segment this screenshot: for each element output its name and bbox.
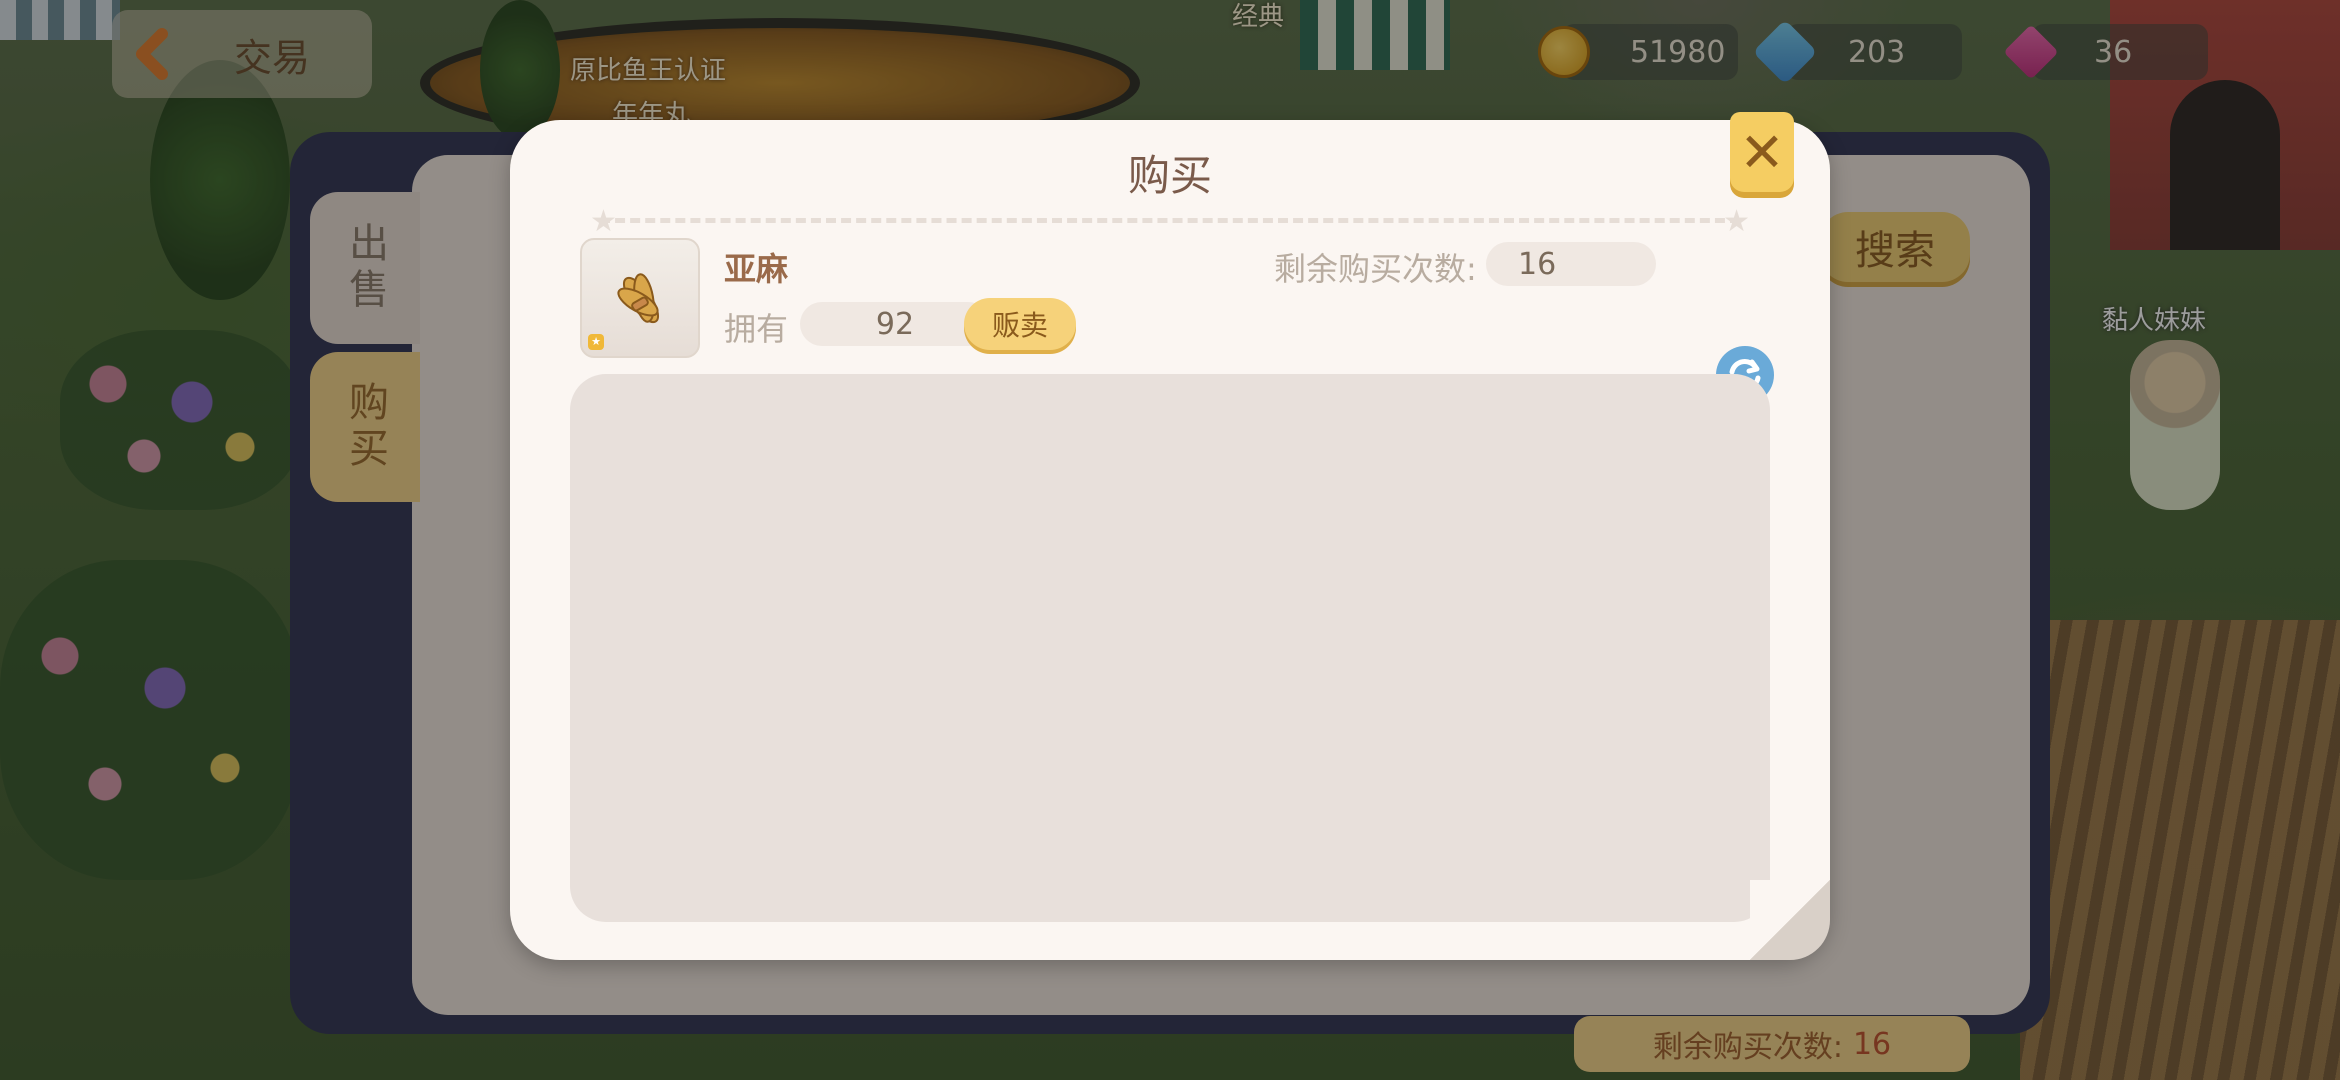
star-icon: ★ [1723,204,1750,239]
remaining-purchases-value: 16 [1486,242,1656,286]
buy-modal: 购买 ★ ★ ★ 亚麻 拥有 92 贩卖 剩余购买次数: 16 [510,120,1830,960]
item-slot[interactable]: ★ [580,238,700,358]
rarity-badge: ★ [588,334,604,350]
page-curl [1750,880,1830,960]
modal-title: 购买 [1127,151,1212,200]
sell-button[interactable]: 贩卖 [964,298,1076,350]
own-label: 拥有 [724,310,789,348]
purchase-list-area [570,374,1770,922]
flax-icon [617,273,660,324]
close-icon[interactable]: ✕ [1730,112,1794,192]
own-value: 92 [800,302,990,346]
remaining-purchases-label: 剩余购买次数: [1274,250,1477,288]
divider [600,218,1740,223]
item-name: 亚麻 [724,250,789,288]
